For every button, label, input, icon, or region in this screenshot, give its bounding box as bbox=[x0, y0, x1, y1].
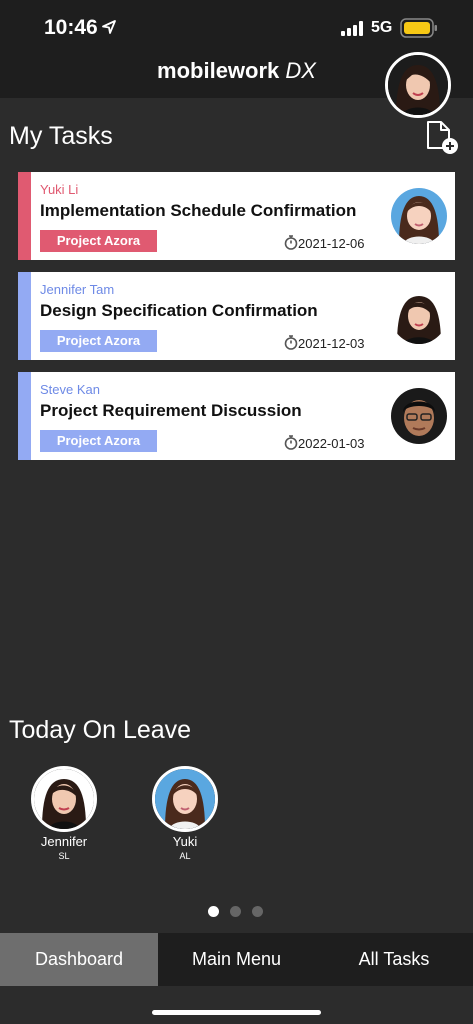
brand-suffix: DX bbox=[285, 58, 316, 83]
task-card[interactable]: Steve Kan Project Requirement Discussion… bbox=[18, 372, 455, 460]
status-time: 10:46 bbox=[44, 16, 98, 39]
leave-avatar bbox=[31, 766, 97, 832]
woman-portrait-icon bbox=[34, 769, 94, 829]
woman-portrait-icon bbox=[388, 55, 448, 115]
bottom-tab-bar: Dashboard Main Menu All Tasks bbox=[0, 933, 473, 986]
assignee-avatar bbox=[391, 188, 447, 244]
brand-name: mobilework bbox=[157, 58, 280, 83]
leave-avatar bbox=[152, 766, 218, 832]
cellular-signal-icon bbox=[341, 21, 363, 36]
task-due-date: 2021-12-06 bbox=[298, 236, 365, 251]
stopwatch-icon bbox=[284, 335, 298, 350]
project-badge: Project Azora bbox=[40, 230, 157, 252]
profile-avatar[interactable] bbox=[385, 52, 451, 118]
page-indicator[interactable] bbox=[208, 904, 274, 922]
woman-portrait-icon bbox=[391, 288, 447, 344]
page-dot[interactable] bbox=[252, 906, 263, 917]
leave-name: Yuki bbox=[172, 834, 198, 849]
project-badge: Project Azora bbox=[40, 330, 157, 352]
task-assignee: Jennifer Tam bbox=[40, 282, 115, 297]
tab-dashboard[interactable]: Dashboard bbox=[0, 933, 158, 986]
task-card[interactable]: Jennifer Tam Design Specification Confir… bbox=[18, 272, 455, 360]
task-assignee: Yuki Li bbox=[40, 182, 79, 197]
task-title: Project Requirement Discussion bbox=[40, 401, 302, 420]
on-leave-heading: Today On Leave bbox=[9, 716, 192, 744]
battery-icon bbox=[400, 18, 437, 38]
home-indicator[interactable] bbox=[152, 1010, 321, 1015]
man-portrait-icon bbox=[391, 388, 447, 444]
leave-person[interactable]: Jennifer SL bbox=[24, 766, 104, 861]
assignee-avatar bbox=[391, 388, 447, 444]
tab-all-tasks[interactable]: All Tasks bbox=[315, 933, 473, 986]
leave-name: Jennifer bbox=[40, 834, 88, 849]
leave-person[interactable]: Yuki AL bbox=[145, 766, 225, 861]
task-due-date: 2021-12-03 bbox=[298, 336, 365, 351]
page-dot[interactable] bbox=[208, 906, 219, 917]
page-dot[interactable] bbox=[230, 906, 241, 917]
project-badge: Project Azora bbox=[40, 430, 157, 452]
my-tasks-heading: My Tasks bbox=[9, 122, 113, 150]
location-arrow-icon bbox=[102, 20, 116, 34]
task-due-date: 2022-01-03 bbox=[298, 436, 365, 451]
task-assignee: Steve Kan bbox=[40, 382, 100, 397]
leave-type: SL bbox=[58, 851, 70, 861]
stopwatch-icon bbox=[284, 235, 298, 250]
tab-main-menu[interactable]: Main Menu bbox=[158, 933, 315, 986]
assignee-avatar bbox=[391, 288, 447, 344]
woman-portrait-icon bbox=[155, 769, 215, 829]
stopwatch-icon bbox=[284, 435, 298, 450]
task-title: Design Specification Confirmation bbox=[40, 301, 318, 320]
task-card[interactable]: Yuki Li Implementation Schedule Confirma… bbox=[18, 172, 455, 260]
leave-type: AL bbox=[179, 851, 191, 861]
network-label: 5G bbox=[371, 19, 393, 36]
add-task-icon[interactable] bbox=[424, 120, 460, 156]
woman-portrait-icon bbox=[391, 188, 447, 244]
task-title: Implementation Schedule Confirmation bbox=[40, 201, 357, 220]
status-bar: 10:46 5G bbox=[0, 0, 473, 58]
